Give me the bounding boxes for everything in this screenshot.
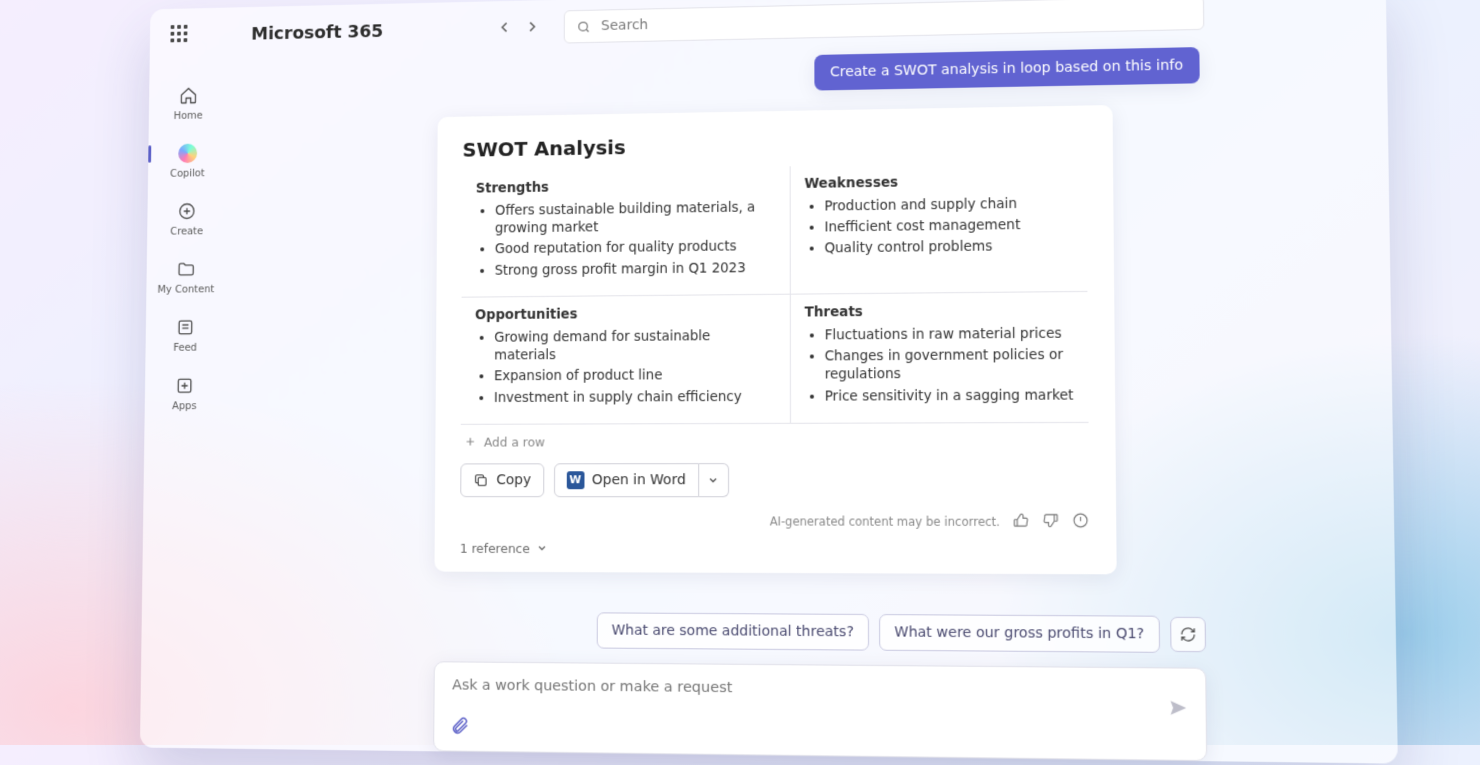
attach-button[interactable] xyxy=(450,714,470,738)
open-in-word-dropdown[interactable] xyxy=(699,463,729,497)
refresh-icon xyxy=(1180,626,1197,643)
back-button[interactable] xyxy=(498,19,512,38)
left-rail: Home Copilot Create My Content xyxy=(145,75,228,412)
create-icon xyxy=(176,200,197,222)
rail-mycontent[interactable]: My Content xyxy=(157,258,214,295)
references-label: 1 reference xyxy=(460,541,530,556)
card-footer: AI-generated content may be incorrect. xyxy=(460,511,1089,532)
swot-weaknesses-cell: Weaknesses Production and supply chain I… xyxy=(790,162,1088,294)
list-item: Inefficient cost management xyxy=(824,216,1072,237)
add-row-button[interactable]: Add a row xyxy=(464,433,1088,449)
swot-weaknesses-heading: Weaknesses xyxy=(804,172,1072,192)
list-item: Price sensitivity in a sagging market xyxy=(825,386,1074,405)
chevron-down-icon xyxy=(707,474,719,486)
assistant-card: SWOT Analysis Strengths Offers sustainab… xyxy=(434,105,1116,574)
add-row-label: Add a row xyxy=(484,434,545,449)
copy-button-label: Copy xyxy=(496,472,531,488)
apps-icon xyxy=(174,375,195,397)
rail-copilot-label: Copilot xyxy=(170,168,205,180)
send-icon xyxy=(1168,697,1189,718)
word-icon: W xyxy=(566,471,584,489)
rail-feed[interactable]: Feed xyxy=(173,317,197,354)
refresh-suggestions-button[interactable] xyxy=(1170,617,1206,652)
chat-pane: Create a SWOT analysis in loop based on … xyxy=(245,42,1366,763)
app-window: Microsoft 365 Search Home xyxy=(140,0,1398,764)
composer-input[interactable] xyxy=(450,676,1155,701)
copy-button[interactable]: Copy xyxy=(460,463,544,497)
list-item: Strong gross profit margin in Q1 2023 xyxy=(495,259,776,280)
swot-strengths-cell: Strengths Offers sustainable building ma… xyxy=(462,166,790,297)
home-icon xyxy=(178,85,199,107)
swot-table: Strengths Offers sustainable building ma… xyxy=(461,162,1089,425)
list-item: Investment in supply chain efficiency xyxy=(494,387,776,406)
open-in-word-split: W Open in Word xyxy=(553,463,728,497)
list-item: Fluctuations in raw material prices xyxy=(825,324,1074,344)
thumbs-up-icon xyxy=(1012,511,1030,528)
open-in-word-label: Open in Word xyxy=(592,472,686,488)
forward-button[interactable] xyxy=(525,18,539,37)
list-item: Expansion of product line xyxy=(494,366,776,386)
references-toggle[interactable]: 1 reference xyxy=(460,541,1090,558)
plus-icon xyxy=(464,436,476,448)
swot-threats-cell: Threats Fluctuations in raw material pri… xyxy=(790,291,1089,423)
card-title: SWOT Analysis xyxy=(462,128,1086,162)
list-item: Offers sustainable building materials, a… xyxy=(495,198,776,238)
search-icon xyxy=(577,19,592,34)
rail-mycontent-label: My Content xyxy=(157,283,214,295)
list-item: Changes in government policies or regula… xyxy=(825,346,1074,384)
card-actions: Copy W Open in Word xyxy=(460,462,1089,497)
alert-icon xyxy=(1072,511,1090,528)
rail-home-label: Home xyxy=(174,110,203,122)
suggestion-chip-1[interactable]: What are some additional threats? xyxy=(597,612,869,650)
swot-opportunities-cell: Opportunities Growing demand for sustain… xyxy=(461,294,790,424)
list-item: Production and supply chain xyxy=(824,194,1072,216)
swot-strengths-heading: Strengths xyxy=(476,176,776,196)
folder-icon xyxy=(176,258,197,280)
suggestions-row: What are some additional threats? What w… xyxy=(596,612,1206,653)
rail-apps-label: Apps xyxy=(172,400,197,412)
list-item: Growing demand for sustainable materials xyxy=(494,327,775,365)
open-in-word-button[interactable]: W Open in Word xyxy=(553,463,698,497)
send-button[interactable] xyxy=(1168,697,1189,722)
rail-create[interactable]: Create xyxy=(170,200,203,237)
swot-threats-heading: Threats xyxy=(804,302,1073,320)
list-item: Good reputation for quality products xyxy=(495,237,776,258)
search-placeholder: Search xyxy=(601,17,648,34)
rail-create-label: Create xyxy=(170,225,203,237)
list-item: Quality control problems xyxy=(824,237,1072,258)
composer xyxy=(433,661,1207,761)
copilot-icon xyxy=(177,143,198,165)
app-launcher-icon[interactable] xyxy=(170,25,191,47)
disclaimer-text: AI-generated content may be incorrect. xyxy=(770,514,1000,529)
rail-home[interactable]: Home xyxy=(174,85,204,122)
report-button[interactable] xyxy=(1072,511,1090,531)
chevron-down-icon xyxy=(536,542,548,554)
rail-copilot[interactable]: Copilot xyxy=(170,142,205,179)
copy-icon xyxy=(473,472,489,488)
search-input[interactable]: Search xyxy=(564,0,1205,44)
thumbs-down-button[interactable] xyxy=(1042,511,1060,531)
rail-feed-label: Feed xyxy=(173,342,197,354)
thumbs-up-button[interactable] xyxy=(1012,511,1030,531)
user-message: Create a SWOT analysis in loop based on … xyxy=(814,47,1200,91)
swot-opportunities-heading: Opportunities xyxy=(475,305,776,323)
brand-title: Microsoft 365 xyxy=(251,21,383,44)
thumbs-down-icon xyxy=(1042,511,1060,528)
feed-icon xyxy=(175,317,196,339)
rail-apps[interactable]: Apps xyxy=(172,375,197,412)
suggestion-chip-2[interactable]: What were our gross profits in Q1? xyxy=(879,614,1160,653)
paperclip-icon xyxy=(450,714,470,734)
nav-arrows xyxy=(498,18,539,37)
